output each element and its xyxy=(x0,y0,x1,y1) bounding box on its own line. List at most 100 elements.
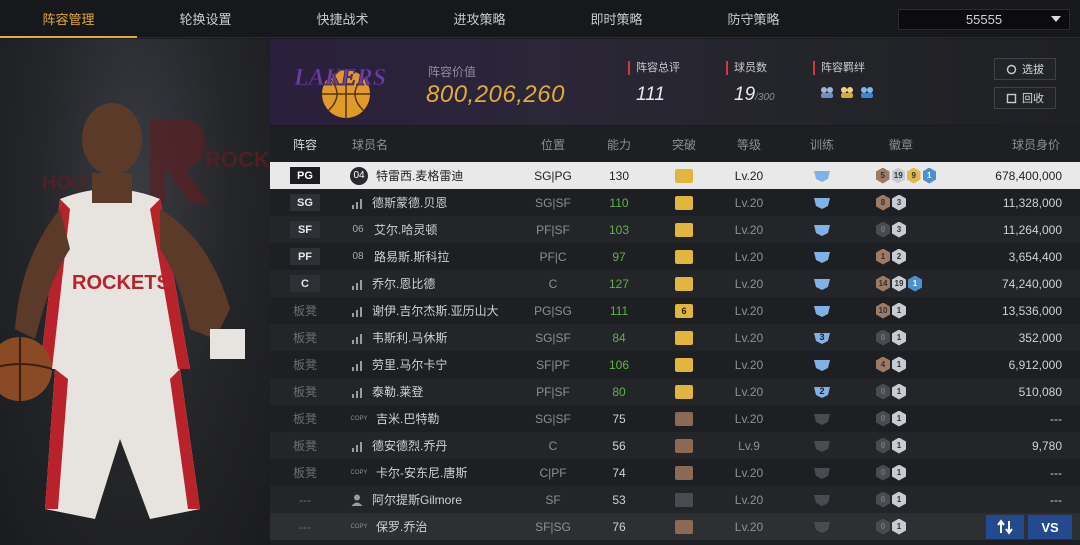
table-row[interactable]: 板凳 泰勒.莱登 PF|SF 80 Lv.20 2 0 1 510,080 xyxy=(270,378,1080,405)
position-slot-badge: PG xyxy=(290,167,320,184)
position-slot-badge: SF xyxy=(290,221,320,238)
badges-cell: 41 xyxy=(866,351,936,378)
player-price: 74,240,000 xyxy=(1001,276,1062,291)
lineup-value-label: 阵容价值 xyxy=(428,65,477,79)
table-row[interactable]: 板凳 COPY 卡尔-安东尼.唐斯 C|PF 74 Lv.20 0 1 --- xyxy=(270,459,1080,486)
svg-text:LAKERS: LAKERS xyxy=(293,65,386,91)
player-price: 510,080 xyxy=(1018,384,1062,399)
player-price: 6,912,000 xyxy=(1008,357,1062,372)
swap-icon xyxy=(997,519,1013,535)
chemistry-team-icon[interactable] xyxy=(819,85,835,99)
tab-lineup-management[interactable]: 阵容管理 xyxy=(0,0,137,38)
bench-slot-label: 板凳 xyxy=(292,385,317,399)
badges-cell: 01 xyxy=(866,486,936,513)
swap-button[interactable] xyxy=(986,515,1024,539)
table-row[interactable]: 板凳 德安德烈.乔丹 C 56 Lv.9 0 1 9,780 xyxy=(270,432,1080,459)
table-row[interactable]: 板凳 谢伊.吉尔杰斯.亚历山大 PG|SG 111 6 Lv.20 10 1 13,536,00… xyxy=(270,297,1080,324)
bench-slot-label: 板凳 xyxy=(292,412,317,426)
table-row[interactable]: PF 08 路易斯.斯科拉 PF|C 97 Lv.20 1 2 3,654,400 xyxy=(270,243,1080,270)
breakthrough-cell xyxy=(648,351,720,378)
chemistry-team-icon[interactable] xyxy=(859,85,875,99)
training-cell xyxy=(778,189,866,216)
badge-hex-icon: 4 xyxy=(876,356,890,373)
badges-cell: 01 xyxy=(866,324,936,351)
position-slot-badge: SG xyxy=(290,194,320,211)
breakthrough-cell xyxy=(648,405,720,432)
training-shield-icon xyxy=(814,440,830,452)
player-ability: 76 xyxy=(612,519,626,534)
table-row[interactable]: SF 06 艾尔.哈灵顿 PF|SF 103 Lv.20 0 3 11,264,000 xyxy=(270,216,1080,243)
players-value: 19 xyxy=(734,84,756,105)
col-breakthrough[interactable]: 突破 xyxy=(648,126,720,162)
badge-hex-icon: 0 xyxy=(876,221,890,238)
col-name[interactable]: 球员名 xyxy=(340,126,516,162)
vs-button[interactable]: VS xyxy=(1028,515,1072,539)
badge-hex-icon: 14 xyxy=(876,275,890,292)
tab-quick-tactics[interactable]: 快捷战术 xyxy=(274,0,411,38)
table-row[interactable]: SG 德斯蒙德.贝恩 SG|SF 110 Lv.20 8 3 11,328,000 xyxy=(270,189,1080,216)
badges-cell: 5 19 9 1 xyxy=(866,162,936,189)
training-level: 3 xyxy=(819,332,825,342)
player-ability: 75 xyxy=(612,411,626,426)
col-ability[interactable]: 能力 xyxy=(590,126,648,162)
table-row[interactable]: 板凳 韦斯利.马休斯 SG|SF 84 Lv.20 3 0 1 352,000 xyxy=(270,324,1080,351)
lineup-slot-cell: PF xyxy=(270,243,340,270)
col-level[interactable]: 等级 xyxy=(720,126,778,162)
col-lineup[interactable]: 阵容 xyxy=(270,126,340,162)
player-level: Lv.20 xyxy=(734,411,764,426)
player-level: Lv.20 xyxy=(734,492,764,507)
player-name: 韦斯利.马休斯 xyxy=(372,331,448,345)
player-ability: 111 xyxy=(609,303,629,318)
player-position: C xyxy=(548,438,558,453)
table-row[interactable]: --- 阿尔提斯Gilmore SF 53 Lv.20 0 1 --- xyxy=(270,486,1080,513)
crown-icon xyxy=(675,249,693,264)
player-ability: 110 xyxy=(609,195,629,210)
recycle-button[interactable]: 回收 xyxy=(994,87,1056,109)
training-shield-icon xyxy=(814,467,830,479)
player-name-cell: 德安德烈.乔丹 xyxy=(340,432,516,459)
tab-instant-strategy[interactable]: 即时策略 xyxy=(548,0,685,38)
training-cell xyxy=(778,459,866,486)
players-count: 19/300 xyxy=(726,84,775,106)
table-row[interactable]: 板凳 COPY 吉米.巴特勒 SG|SF 75 Lv.20 0 1 --- xyxy=(270,405,1080,432)
player-name: 谢伊.吉尔杰斯.亚历山大 xyxy=(372,304,499,318)
badge-hex-icon: 0 xyxy=(876,383,890,400)
badges-cell: 14 19 1 xyxy=(866,270,936,297)
crown-icon xyxy=(675,438,693,453)
col-badges[interactable]: 徽章 xyxy=(866,126,936,162)
col-training[interactable]: 训练 xyxy=(778,126,866,162)
player-price: --- xyxy=(1050,411,1062,426)
col-price[interactable]: 球员身价 xyxy=(936,126,1080,162)
lineup-slot-cell: 板凳 xyxy=(270,351,340,378)
svg-text:ROCKETS: ROCKETS xyxy=(72,272,170,294)
crown-icon xyxy=(675,384,693,399)
player-position: PF|SF xyxy=(536,222,570,237)
crown-icon xyxy=(675,465,693,480)
table-row[interactable]: 板凳 劳里.马尔卡宁 SF|PF 106 Lv.20 4 1 6,912,000 xyxy=(270,351,1080,378)
breakthrough-cell xyxy=(648,243,720,270)
signal-bars-icon xyxy=(352,441,362,452)
crown-icon xyxy=(675,330,693,345)
crown-icon xyxy=(675,222,693,237)
select-button[interactable]: 选拔 xyxy=(994,58,1056,80)
table-row[interactable]: PG 04 特雷西.麦格雷迪 SG|PG 130 Lv.20 5 19 9 1 678,400,00… xyxy=(270,162,1080,189)
tab-defense-strategy[interactable]: 防守策略 xyxy=(685,0,822,38)
training-shield-icon xyxy=(814,305,830,317)
lineup-select-dropdown[interactable]: 55555 xyxy=(898,9,1070,30)
col-position[interactable]: 位置 xyxy=(516,126,590,162)
badges-cell: 01 xyxy=(866,378,936,405)
bench-slot-label: 板凳 xyxy=(292,466,317,480)
player-portrait: HOU ROCK ROCKETS xyxy=(0,39,270,545)
table-row[interactable]: C 乔尔.恩比德 C 127 Lv.20 14 19 1 74,240,000 xyxy=(270,270,1080,297)
player-name-cell: 德斯蒙德.贝恩 xyxy=(340,189,516,216)
player-position: SG|SF xyxy=(535,330,571,345)
player-position: SG|SF xyxy=(535,411,571,426)
training-shield-icon xyxy=(814,251,830,263)
player-position: C xyxy=(548,276,558,291)
breakthrough-cell xyxy=(648,513,720,540)
table-row[interactable]: ---COPY保罗.乔治SF|SG76Lv.2001--- xyxy=(270,513,1080,540)
tab-rotation-settings[interactable]: 轮换设置 xyxy=(137,0,274,38)
tab-offense-strategy[interactable]: 进攻策略 xyxy=(411,0,548,38)
badge-hex-icon: 1 xyxy=(892,329,906,346)
chemistry-team-icon[interactable] xyxy=(839,85,855,99)
